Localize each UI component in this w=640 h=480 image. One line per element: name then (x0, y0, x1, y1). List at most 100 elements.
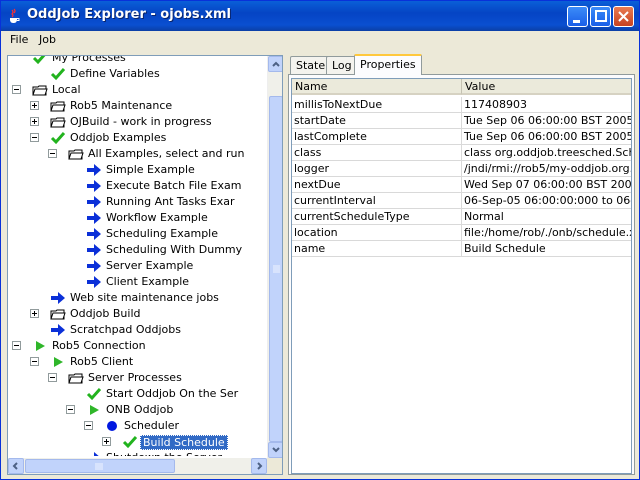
property-value-cell[interactable]: Tue Sep 06 06:00:00 BST 2005 (462, 129, 631, 145)
collapse-icon[interactable] (48, 373, 57, 382)
collapse-icon[interactable] (30, 357, 39, 366)
tree-node-label: Scheduling Example (106, 227, 219, 240)
expand-icon[interactable] (30, 117, 39, 126)
tree-horizontal-scroll-thumb[interactable] (25, 459, 175, 473)
table-row[interactable]: locationfile:/home/rob/./onb/schedule.xm… (292, 225, 631, 241)
property-name-cell[interactable]: startDate (292, 113, 462, 129)
property-name-cell[interactable]: nextDue (292, 177, 462, 193)
expand-icon[interactable] (30, 101, 39, 110)
arrow-icon (86, 274, 102, 290)
folder-icon (68, 370, 84, 386)
table-row[interactable]: currentScheduleType Normal (292, 209, 631, 225)
chevron-up-icon (272, 61, 280, 67)
tree-node-label: Client Example (106, 275, 190, 288)
menu-job[interactable]: Job (39, 33, 56, 46)
collapse-icon[interactable] (84, 421, 93, 430)
grip-icon (273, 265, 280, 273)
property-name-cell[interactable]: lastComplete (292, 129, 462, 145)
table-row[interactable]: logger/jndi/rmi://rob5/my-oddjob.org.odd… (292, 161, 631, 177)
folder-icon (50, 98, 66, 114)
menu-file[interactable]: File (10, 33, 28, 46)
property-value-cell[interactable]: /jndi/rmi://rob5/my-oddjob.org.odd... (462, 161, 631, 177)
expand-icon[interactable] (30, 309, 39, 318)
arrow-icon (86, 258, 102, 274)
folder-icon (32, 82, 48, 98)
property-value-cell[interactable]: 117408903 (462, 97, 631, 113)
property-name-cell[interactable]: millisToNextDue (292, 97, 462, 113)
tree-vertical-scrollbar[interactable] (267, 56, 282, 458)
tree-node-label: Scratchpad Oddjobs (70, 323, 181, 336)
property-name-cell[interactable]: class (292, 145, 462, 161)
property-name-cell[interactable]: name (292, 241, 462, 257)
column-header-value[interactable]: Value (462, 79, 631, 95)
scroll-up-button[interactable] (268, 56, 282, 72)
play-icon (86, 402, 102, 418)
tree-node-label: Scheduling With Dummy (106, 243, 243, 256)
scroll-corner (267, 458, 282, 474)
minimize-icon (573, 20, 580, 23)
tree-node-label: Oddjob Examples (70, 131, 167, 144)
window-title: OddJob Explorer - ojobs.xml (27, 7, 231, 22)
collapse-icon[interactable] (48, 149, 57, 158)
tab-properties[interactable]: Properties (354, 54, 422, 75)
check-icon (32, 56, 48, 66)
tree-node-label: Rob5 Connection (52, 339, 146, 352)
job-tree[interactable]: My Processes Define Variables Local Rob5 Ma… (8, 56, 266, 456)
title-bar[interactable]: OddJob Explorer - ojobs.xml (1, 1, 639, 31)
maximize-button[interactable] (590, 6, 611, 27)
tree-node-label: Rob5 Client (70, 355, 134, 368)
property-value-cell[interactable]: Wed Sep 07 06:00:00 BST 2005 (462, 177, 631, 193)
tree-vertical-scroll-thumb[interactable] (269, 96, 282, 442)
property-value-cell[interactable]: Normal (462, 209, 631, 225)
close-button[interactable] (613, 6, 634, 27)
table-row[interactable]: name Build Schedule (292, 241, 631, 257)
property-value-cell[interactable]: file:/home/rob/./onb/schedule.xml... (462, 225, 631, 241)
arrow-icon (86, 162, 102, 178)
column-header-name[interactable]: Name (292, 79, 462, 95)
arrow-icon (50, 290, 66, 306)
property-value-cell[interactable]: Build Schedule (462, 241, 631, 257)
job-tree-panel: My Processes Define Variables Local Rob5 Ma… (7, 55, 283, 475)
property-name-cell[interactable]: currentInterval (292, 193, 462, 209)
tree-node-label: Web site maintenance jobs (70, 291, 219, 304)
properties-panel: Name Value millisToNextDue 117408903 start… (288, 74, 635, 475)
property-value-cell[interactable]: 06-Sep-05 06:00:00:000 to 06-S... (462, 193, 631, 209)
scroll-down-button[interactable] (268, 442, 282, 458)
scroll-right-button[interactable] (251, 458, 267, 474)
java-cup-icon (10, 8, 20, 23)
tree-node-label: Define Variables (70, 67, 160, 80)
circle-icon (104, 418, 120, 434)
table-row[interactable]: nextDue Wed Sep 07 06:00:00 BST 2005 (292, 177, 631, 193)
collapse-icon[interactable] (66, 405, 75, 414)
minimize-button[interactable] (567, 6, 588, 27)
property-value-cell[interactable]: class org.oddjob.treesched.Sche... (462, 145, 631, 161)
check-icon (122, 434, 138, 450)
collapse-icon[interactable] (30, 133, 39, 142)
property-name-cell[interactable]: currentScheduleType (292, 209, 462, 225)
table-row[interactable]: startDate Tue Sep 06 06:00:00 BST 2005 (292, 113, 631, 129)
collapse-icon[interactable] (12, 341, 21, 350)
properties-table[interactable]: Name Value millisToNextDue 117408903 start… (291, 78, 632, 474)
tree-horizontal-scrollbar[interactable] (8, 458, 267, 474)
table-row[interactable]: currentInterval 06-Sep-05 06:00:00:000 to… (292, 193, 631, 209)
expand-icon[interactable] (102, 437, 111, 446)
tree-node-label: Server Example (106, 259, 194, 272)
grip-icon (95, 463, 103, 470)
property-name-cell[interactable]: location (292, 225, 462, 241)
tree-node-label: Workflow Example (106, 211, 208, 224)
table-row[interactable]: lastComplete Tue Sep 06 06:00:00 BST 2005 (292, 129, 631, 145)
folder-icon (50, 306, 66, 322)
collapse-icon[interactable] (12, 85, 21, 94)
scroll-left-button[interactable] (8, 458, 24, 474)
table-row[interactable]: classclass org.oddjob.treesched.Sche... (292, 145, 631, 161)
tab-state[interactable]: State (290, 56, 332, 74)
tree-node-label: Start Oddjob On the Ser (106, 387, 239, 400)
arrow-icon (86, 450, 102, 456)
property-name-cell[interactable]: logger (292, 161, 462, 177)
table-row[interactable]: millisToNextDue 117408903 (292, 97, 631, 113)
tree-node-label: Local (52, 83, 81, 96)
property-value-cell[interactable]: Tue Sep 06 06:00:00 BST 2005 (462, 113, 631, 129)
tree-node-label: Server Processes (88, 371, 182, 384)
tree-node-label: Simple Example (106, 163, 195, 176)
tab-log[interactable]: Log (326, 56, 358, 74)
